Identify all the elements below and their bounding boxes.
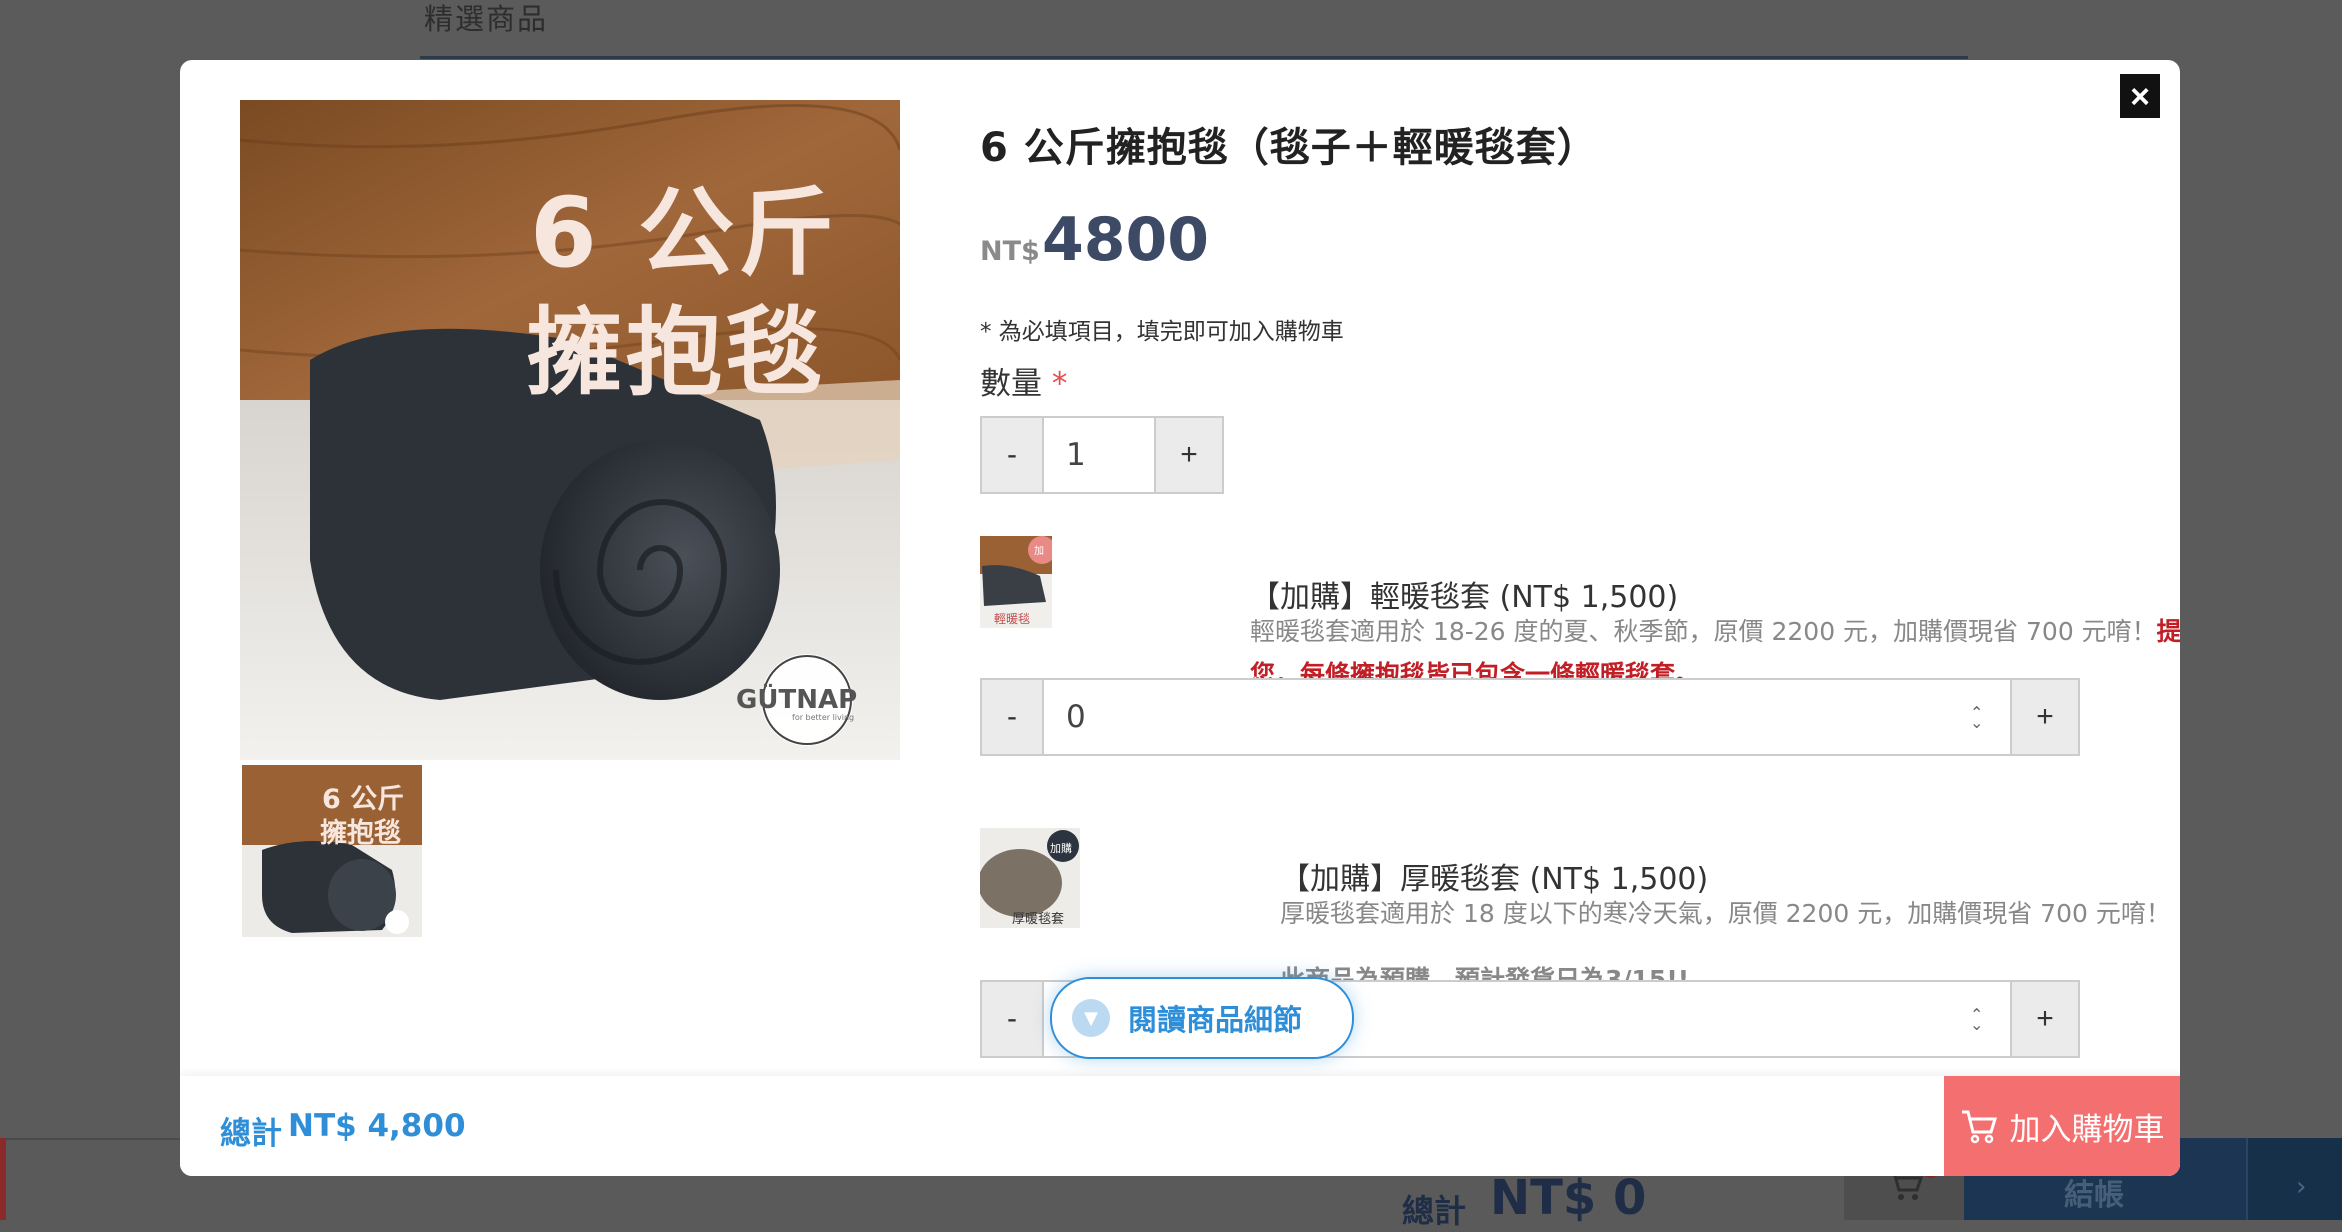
page-total-label: 總計 [1402, 1192, 1467, 1230]
addon-2-caption: 厚暖毯套 [1012, 912, 1065, 927]
product-main-image: 6 公斤 擁抱毯 GÜTNAP for better living [240, 100, 900, 760]
addon-1-desc-text: 輕暖毯套適用於 18-26 度的夏、秋季節，原價 2200 元，加購價現省 70… [1250, 617, 2157, 646]
addon-1-badge: 加 [1034, 546, 1044, 557]
quantity-input[interactable] [1042, 418, 1156, 492]
quantity-stepper: - + [980, 416, 1224, 494]
addon-1-warning-part1: 提醒 [2156, 617, 2180, 646]
addon-1-increment-button[interactable]: + [2012, 680, 2078, 754]
required-mark: * [1051, 366, 1068, 402]
addon-2-spinner-icon[interactable]: ⌃ ⌄ [1970, 1007, 1983, 1033]
page-next-button[interactable] [2246, 1138, 2342, 1220]
quantity-increment-button[interactable]: + [1156, 418, 1222, 492]
product-modal: × 6 公斤 擁抱毯 GÜTNAP for better living 6 公斤… [180, 60, 2180, 1176]
page-total-value: NT$ 0 [1490, 1170, 1647, 1226]
addon-1-stepper: - + [980, 678, 2080, 756]
footer-accent-strip [0, 1138, 6, 1220]
modal-footer: 總計 NT$ 4,800 加入購物車 [180, 1076, 2180, 1176]
read-details-button[interactable]: ▼ 閱讀商品細節 [1050, 977, 1354, 1059]
addon-2-decrement-button[interactable]: - [982, 982, 1042, 1056]
chevron-right-icon: › [2296, 1172, 2307, 1202]
brand-logo: GÜTNAP [736, 685, 858, 715]
image-headline-line2: 擁抱毯 [526, 297, 826, 409]
addon-1-spinner-icon[interactable]: ⌃ ⌄ [1970, 705, 1983, 731]
chevron-down-icon: ▼ [1072, 999, 1110, 1037]
addon-1-decrement-button[interactable]: - [982, 680, 1042, 754]
section-heading: 精選商品 [424, 2, 549, 36]
add-to-cart-label: 加入購物車 [2009, 1111, 2165, 1147]
product-title: 6 公斤擁抱毯（毯子＋輕暖毯套） [980, 125, 1598, 171]
image-headline-line1: 6 公斤 [530, 177, 839, 289]
price-currency: NT$ [980, 236, 1040, 267]
thumb-headline-line2: 擁抱毯 [320, 818, 401, 849]
addon-1-caption: 輕暖毯 [994, 612, 1031, 626]
product-thumbnail[interactable]: 6 公斤 擁抱毯 [242, 765, 422, 937]
modal-total-label: 總計 [220, 1116, 282, 1152]
addon-2-description: 厚暖毯套適用於 18 度以下的寒冷天氣，原價 2200 元，加購價現省 700 … [1280, 899, 2171, 928]
addon-1-thumbnail: 加 輕暖毯 [980, 536, 1052, 628]
addon-2-increment-button[interactable]: + [2012, 982, 2078, 1056]
read-details-label: 閱讀商品細節 [1128, 1003, 1303, 1037]
addon-2-badge: 加購 [1050, 842, 1072, 855]
quantity-label-text: 數量 [980, 366, 1042, 402]
quantity-decrement-button[interactable]: - [982, 418, 1042, 492]
brand-tagline: for better living [792, 713, 855, 722]
quantity-label: 數量 * [980, 358, 1067, 403]
add-to-cart-button[interactable]: 加入購物車 [1944, 1076, 2180, 1176]
addon-2-thumbnail: 加購 厚暖毯套 [980, 828, 1080, 928]
addon-1-quantity-input[interactable] [1042, 680, 2012, 754]
required-note: * 為必填項目，填完即可加入購物車 [980, 319, 1344, 345]
modal-total-value: NT$ 4,800 [288, 1108, 466, 1144]
section-divider [420, 56, 1968, 59]
cart-icon [1961, 1110, 1997, 1144]
checkout-label: 結帳 [2064, 1178, 2124, 1213]
close-button[interactable]: × [2120, 74, 2160, 118]
price-value: 4800 [1042, 205, 1209, 275]
